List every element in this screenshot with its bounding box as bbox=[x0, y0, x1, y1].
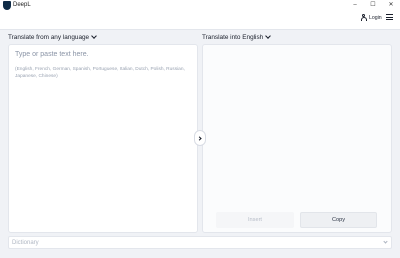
source-language-selector[interactable]: Translate from any language bbox=[8, 32, 97, 42]
source-language-label: Translate from any language bbox=[8, 33, 90, 41]
supported-languages-hint: (English, French, German, Spanish, Portu… bbox=[15, 67, 185, 79]
dictionary-panel[interactable]: Dictionary bbox=[8, 236, 392, 249]
deepl-logo-icon bbox=[3, 1, 11, 10]
chevron-down-icon bbox=[265, 33, 272, 39]
copy-button[interactable]: Copy bbox=[300, 212, 377, 228]
source-text-input[interactable]: Type or paste text here. bbox=[15, 51, 89, 58]
chevron-down-icon[interactable] bbox=[383, 238, 388, 244]
minimize-button[interactable]: – bbox=[346, 0, 364, 11]
target-language-label: Translate into English bbox=[202, 33, 264, 41]
close-button[interactable]: ✕ bbox=[382, 0, 400, 11]
chevron-down-icon bbox=[91, 33, 97, 39]
target-text-panel bbox=[202, 44, 392, 233]
dictionary-label: Dictionary bbox=[12, 240, 39, 246]
window-title: DeepL bbox=[13, 2, 31, 8]
maximize-button[interactable]: ☐ bbox=[364, 0, 382, 11]
chevron-right-icon bbox=[197, 135, 202, 141]
title-bar: DeepL – ☐ ✕ bbox=[0, 0, 400, 11]
app-header bbox=[0, 11, 400, 30]
source-text-panel[interactable]: Type or paste text here. (English, Frenc… bbox=[8, 44, 198, 233]
person-icon bbox=[360, 13, 367, 22]
login-label: Login bbox=[369, 14, 382, 21]
hamburger-menu-icon[interactable] bbox=[386, 14, 393, 20]
swap-languages-button[interactable] bbox=[194, 130, 206, 146]
login-button[interactable]: Login bbox=[360, 13, 382, 22]
target-language-selector[interactable]: Translate into English bbox=[202, 32, 272, 42]
insert-button[interactable]: Insert bbox=[216, 212, 294, 228]
